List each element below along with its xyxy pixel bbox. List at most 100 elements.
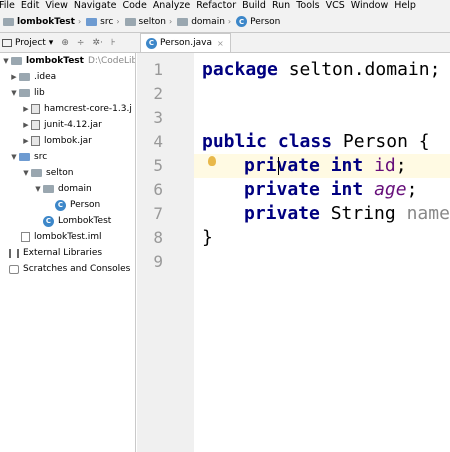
editor-gutter: 1 2 3 4 5 6 7 8 9: [137, 53, 194, 452]
breadcrumb-selton[interactable]: selton: [123, 17, 166, 27]
project-icon: [2, 38, 12, 47]
line-number: 3: [153, 108, 163, 127]
menu-bar: File Edit View Navigate Code Analyze Ref…: [0, 0, 450, 11]
folder-icon: [19, 73, 30, 81]
code-editor[interactable]: package selton.domain; public class Pers…: [194, 53, 450, 452]
line-number: 5: [153, 156, 163, 175]
closing-brace: }: [202, 227, 213, 248]
class-icon: C: [55, 199, 66, 211]
line-number: 6: [153, 180, 163, 199]
tree-item-jar-junit[interactable]: ▶ junit-4.12.jar: [21, 117, 102, 133]
tree-item-domain[interactable]: ▼ domain: [33, 181, 92, 197]
scratches-icon: [9, 264, 19, 274]
menu-refactor[interactable]: Refactor: [193, 0, 239, 11]
type: int: [330, 155, 364, 176]
tree-domain-label: domain: [58, 184, 92, 194]
chevron-right-icon[interactable]: ▶: [9, 73, 19, 81]
code-line-1: package selton.domain;: [202, 58, 440, 82]
tab-person-java[interactable]: C Person.java ×: [140, 33, 231, 52]
tree-item-external-libraries[interactable]: External Libraries: [9, 245, 102, 261]
chevron-down-icon[interactable]: ▼: [9, 153, 19, 161]
class-icon: C: [146, 37, 157, 49]
keyword: public: [202, 131, 268, 152]
menu-build[interactable]: Build: [239, 0, 269, 11]
breadcrumb-project[interactable]: lombokTest: [0, 17, 75, 27]
breadcrumb-person[interactable]: C Person: [234, 16, 280, 27]
chevron-down-icon[interactable]: ▼: [1, 57, 11, 65]
tab-label: Person.java: [160, 38, 212, 48]
package-icon: [124, 17, 136, 26]
menu-help[interactable]: Help: [391, 0, 419, 11]
package-icon: [31, 169, 42, 177]
chevron-right-icon[interactable]: ▶: [21, 121, 31, 129]
tree-item-lomboktest[interactable]: C LombokTest: [43, 213, 111, 229]
menu-code[interactable]: Code: [119, 0, 149, 11]
semicolon: ;: [395, 155, 407, 176]
source-folder-icon: [86, 17, 98, 26]
menu-edit[interactable]: Edit: [18, 0, 42, 11]
close-icon[interactable]: ×: [217, 39, 224, 48]
tree-item-jar-hamcrest[interactable]: ▶ hamcrest-core-1.3.j: [21, 101, 132, 117]
breadcrumb-src-label: src: [100, 16, 114, 27]
tree-item-person[interactable]: C Person: [55, 197, 100, 213]
keyword: private: [244, 155, 320, 176]
tree-ext-libs-label: External Libraries: [23, 248, 103, 258]
menu-view[interactable]: View: [42, 0, 71, 11]
tree-selton-label: selton: [46, 168, 74, 178]
tree-lomboktest-label: LombokTest: [58, 216, 112, 226]
package-icon: [43, 185, 54, 193]
project-view-selector[interactable]: Project ▾: [0, 38, 53, 48]
field-name: name: [406, 203, 450, 224]
chevron-right-icon: ›: [116, 17, 120, 26]
menu-navigate[interactable]: Navigate: [71, 0, 120, 11]
breadcrumb-person-label: Person: [250, 16, 281, 27]
chevron-down-icon[interactable]: ▼: [33, 185, 43, 193]
type: String: [330, 203, 396, 224]
menu-file[interactable]: File: [0, 0, 18, 11]
menu-analyze[interactable]: Analyze: [150, 0, 193, 11]
tree-jar1-label: hamcrest-core-1.3.j: [44, 104, 132, 114]
line-number: 4: [153, 132, 163, 151]
gear-icon[interactable]: ✲·: [92, 38, 102, 48]
class-icon: C: [236, 16, 248, 27]
chevron-right-icon[interactable]: ▶: [21, 105, 31, 113]
package-name: selton.domain;: [277, 59, 441, 80]
source-folder-icon: [19, 153, 30, 161]
tree-item-src[interactable]: ▼ src: [9, 149, 47, 165]
breadcrumb-src[interactable]: src: [84, 17, 113, 27]
tree-item-root[interactable]: ▼ lombokTest D:\CodeLibr: [1, 53, 135, 69]
sync-icon[interactable]: ⊕: [61, 38, 69, 48]
chevron-down-icon[interactable]: ▼: [21, 169, 31, 177]
chevron-right-icon[interactable]: ▶: [21, 137, 31, 145]
keyword: private: [244, 179, 320, 200]
tree-item-scratches[interactable]: Scratches and Consoles: [9, 261, 130, 277]
tree-item-jar-lombok[interactable]: ▶ lombok.jar: [21, 133, 92, 149]
menu-window[interactable]: Window: [348, 0, 391, 11]
class-icon: C: [43, 215, 54, 227]
breadcrumb-domain[interactable]: domain: [175, 17, 225, 27]
tree-item-lib[interactable]: ▼ lib: [9, 85, 44, 101]
lightbulb-icon[interactable]: [208, 156, 216, 166]
tree-src-label: src: [34, 152, 48, 162]
chevron-right-icon: ›: [77, 17, 82, 26]
breadcrumb-domain-label: domain: [191, 16, 225, 27]
chevron-down-icon[interactable]: ▼: [9, 89, 19, 97]
tree-item-selton[interactable]: ▼ selton: [21, 165, 73, 181]
menu-vcs[interactable]: VCS: [323, 0, 348, 11]
keyword: package: [202, 59, 278, 80]
jar-icon: [31, 120, 40, 130]
tree-jar3-label: lombok.jar: [44, 136, 92, 146]
editor-tabs: C Person.java ×: [136, 33, 450, 53]
menu-run[interactable]: Run: [269, 0, 293, 11]
code-line-4: public class Person {: [202, 130, 430, 154]
tree-item-idea[interactable]: ▶ .idea: [9, 69, 56, 85]
hide-icon[interactable]: ⊦: [111, 38, 116, 48]
tree-item-iml[interactable]: lombokTest.iml: [21, 229, 102, 245]
collapse-icon[interactable]: ÷: [77, 38, 85, 48]
keyword: private: [244, 203, 320, 224]
tree-iml-label: lombokTest.iml: [34, 232, 102, 242]
semicolon: ;: [406, 179, 418, 200]
menu-tools[interactable]: Tools: [293, 0, 322, 11]
breadcrumb-selton-label: selton: [138, 16, 166, 27]
breadcrumb: lombokTest › src › selton › domain › C P…: [0, 11, 450, 33]
